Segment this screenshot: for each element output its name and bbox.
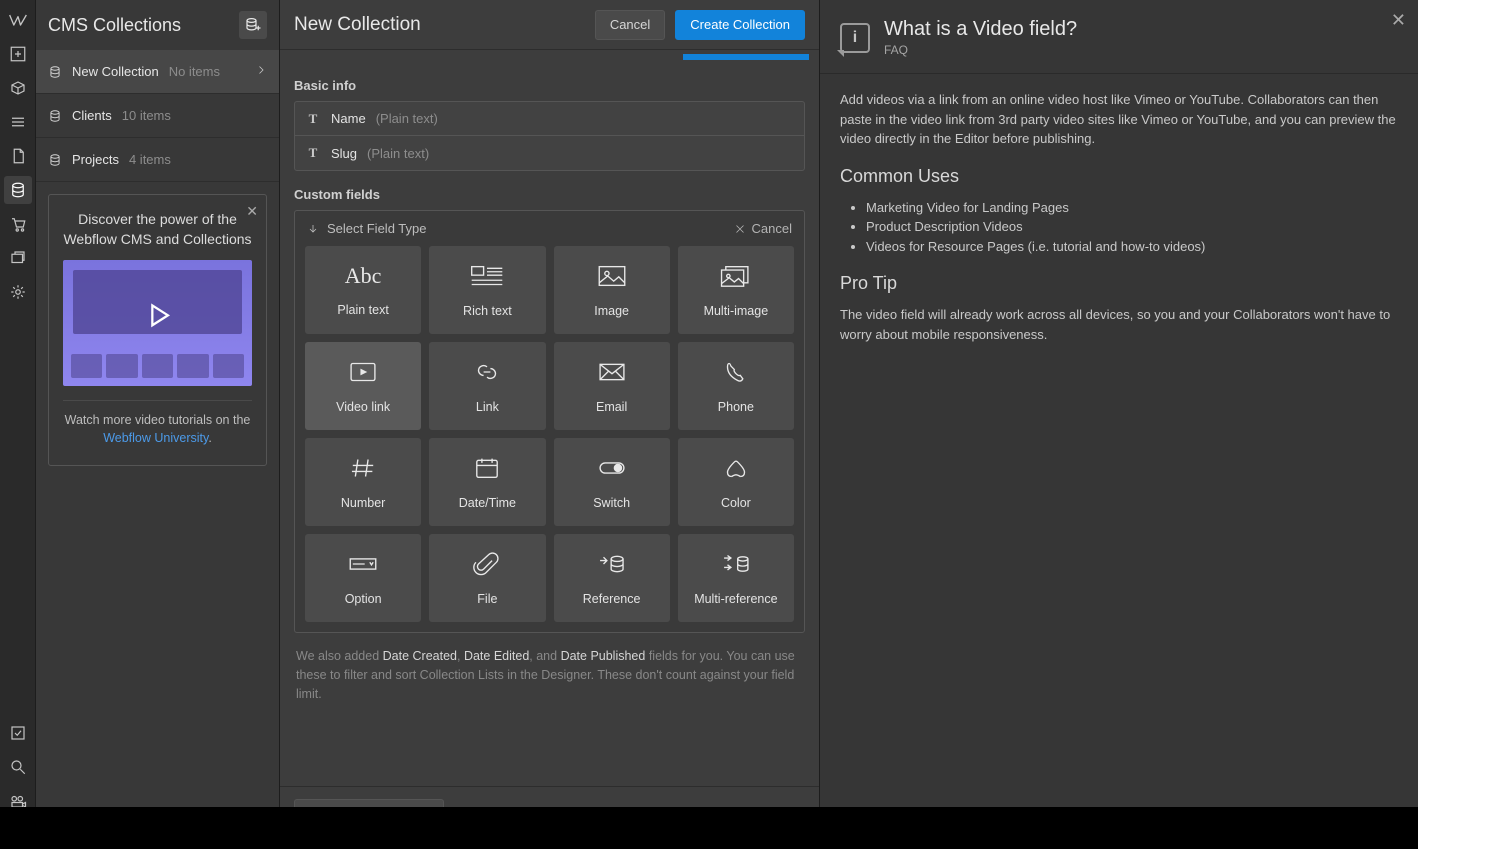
webflow-university-link[interactable]: Webflow University	[103, 431, 208, 445]
search-icon[interactable]	[4, 753, 32, 781]
help-subtitle: FAQ	[884, 43, 1077, 57]
field-type-option[interactable]: Option	[305, 534, 421, 622]
field-type-switch[interactable]: Switch	[554, 438, 670, 526]
info-icon: i	[840, 23, 870, 53]
basic-info-label: Basic info	[294, 78, 805, 93]
field-type-date-time[interactable]: Date/Time	[429, 438, 545, 526]
assets-icon[interactable]	[4, 244, 32, 272]
field-type-image[interactable]: Image	[554, 246, 670, 334]
create-collection-button[interactable]: Create Collection	[675, 10, 805, 40]
settings-icon[interactable]	[4, 278, 32, 306]
picker-cancel-button[interactable]: Cancel	[734, 221, 792, 236]
cms-icon[interactable]	[4, 176, 32, 204]
text-icon: T	[305, 145, 321, 161]
field-type-picker: Select Field Type Cancel AbcPlain textRi…	[294, 210, 805, 633]
field-type-multi-reference[interactable]: Multi-reference	[678, 534, 794, 622]
collection-name: Clients	[72, 108, 112, 123]
field-type-plain-text[interactable]: AbcPlain text	[305, 246, 421, 334]
field-type-email[interactable]: Email	[554, 342, 670, 430]
box-icon[interactable]	[4, 74, 32, 102]
field-type-video-link[interactable]: Video link	[305, 342, 421, 430]
editor-title: New Collection	[294, 14, 421, 36]
chevron-right-icon	[255, 64, 267, 79]
close-icon[interactable]: ✕	[246, 201, 258, 221]
field-type-number[interactable]: Number	[305, 438, 421, 526]
common-uses-list: Marketing Video for Landing Pages Produc…	[866, 198, 1398, 257]
text-icon: T	[305, 111, 321, 127]
field-type-phone[interactable]: Phone	[678, 342, 794, 430]
field-type-reference[interactable]: Reference	[554, 534, 670, 622]
bottom-bar	[0, 807, 1418, 849]
whitespace	[1418, 0, 1490, 849]
promo-title: Discover the power of the Webflow CMS an…	[63, 209, 252, 250]
field-type-color[interactable]: Color	[678, 438, 794, 526]
collections-panel: CMS Collections New Collection No items …	[36, 0, 280, 849]
close-icon[interactable]: ✕	[1391, 10, 1406, 31]
webflow-logo-icon[interactable]	[4, 6, 32, 34]
collection-editor: New Collection Cancel Create Collection …	[280, 0, 820, 849]
promo-card: ✕ Discover the power of the Webflow CMS …	[48, 194, 267, 466]
collection-meta: No items	[169, 64, 220, 79]
field-type-file[interactable]: File	[429, 534, 545, 622]
play-icon	[141, 298, 175, 337]
promo-footer: Watch more video tutorials on the Webflo…	[63, 411, 252, 447]
pro-tip-text: The video field will already work across…	[840, 305, 1398, 344]
promo-video-thumbnail[interactable]	[63, 260, 252, 386]
auto-fields-note: We also added Date Created, Date Edited,…	[296, 647, 803, 703]
collections-title: CMS Collections	[48, 15, 181, 36]
field-row-name[interactable]: T Name (Plain text)	[295, 102, 804, 136]
pages-icon[interactable]	[4, 142, 32, 170]
custom-fields-label: Custom fields	[294, 187, 805, 202]
help-intro: Add videos via a link from an online vid…	[840, 90, 1398, 149]
field-type-multi-image[interactable]: Multi-image	[678, 246, 794, 334]
audit-icon[interactable]	[4, 719, 32, 747]
help-title: What is a Video field?	[884, 18, 1077, 41]
collection-item-projects[interactable]: Projects 4 items	[36, 138, 279, 182]
field-type-rich-text[interactable]: Rich text	[429, 246, 545, 334]
cancel-button[interactable]: Cancel	[595, 10, 665, 40]
basic-fields: T Name (Plain text) T Slug (Plain text)	[294, 101, 805, 171]
navigator-icon[interactable]	[4, 108, 32, 136]
new-collection-button[interactable]	[239, 11, 267, 39]
collection-meta: 10 items	[122, 108, 171, 123]
collection-name: New Collection	[72, 64, 159, 79]
collection-meta: 4 items	[129, 152, 171, 167]
field-type-link[interactable]: Link	[429, 342, 545, 430]
common-uses-heading: Common Uses	[840, 163, 1398, 190]
help-panel: ✕ i What is a Video field? FAQ Add video…	[820, 0, 1418, 849]
pro-tip-heading: Pro Tip	[840, 270, 1398, 297]
nav-rail	[0, 0, 36, 849]
ecommerce-icon[interactable]	[4, 210, 32, 238]
field-row-slug[interactable]: T Slug (Plain text)	[295, 136, 804, 170]
collection-item-new-collection[interactable]: New Collection No items	[36, 50, 279, 94]
add-element-icon[interactable]	[4, 40, 32, 68]
close-icon	[734, 223, 746, 235]
collection-name: Projects	[72, 152, 119, 167]
arrow-down-icon	[307, 223, 319, 235]
collection-item-clients[interactable]: Clients 10 items	[36, 94, 279, 138]
picker-title: Select Field Type	[327, 221, 426, 236]
